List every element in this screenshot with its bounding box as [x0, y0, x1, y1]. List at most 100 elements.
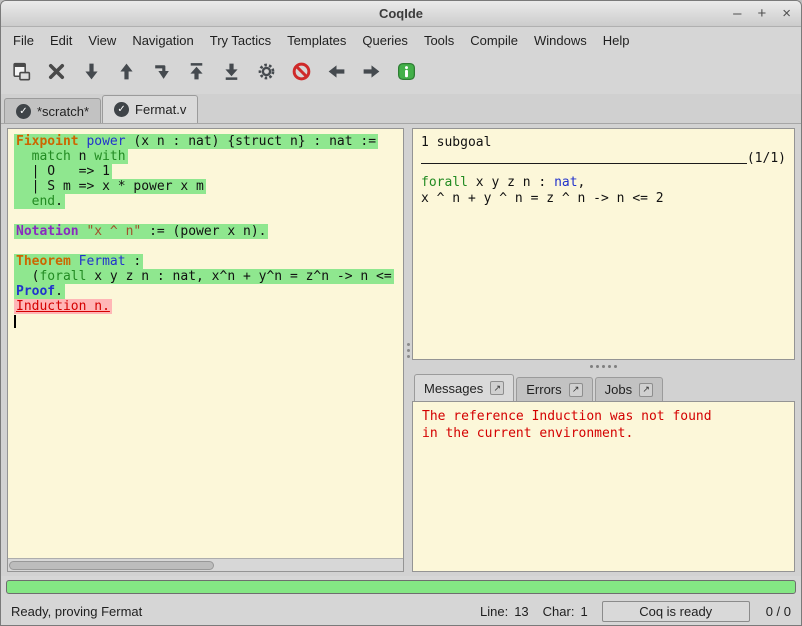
minimize-button[interactable]: –	[733, 6, 741, 21]
menu-windows[interactable]: Windows	[526, 29, 595, 52]
tab-errors[interactable]: Errors ↗	[516, 377, 592, 401]
detach-icon[interactable]: ↗	[490, 381, 504, 395]
menu-file[interactable]: File	[5, 29, 42, 52]
code-line: Notation "x ^ n" := (power x n).	[14, 224, 403, 239]
go-to-end-icon	[221, 61, 242, 87]
step-backward-button[interactable]	[114, 62, 138, 86]
code-line	[14, 314, 403, 329]
code-line: match n with	[14, 149, 403, 164]
step-backward-icon	[116, 61, 137, 87]
tab-messages[interactable]: Messages ↗	[414, 374, 514, 401]
message-text: in the current environment.	[422, 425, 785, 442]
messages-pane: The reference Induction was not foundin …	[412, 401, 795, 572]
menu-try-tactics[interactable]: Try Tactics	[202, 29, 279, 52]
vertical-splitter[interactable]	[404, 128, 412, 572]
horizontal-scrollbar[interactable]	[8, 558, 403, 571]
detach-icon[interactable]: ↗	[569, 383, 583, 397]
back-icon	[326, 61, 347, 87]
menu-help[interactable]: Help	[595, 29, 638, 52]
menu-tools[interactable]: Tools	[416, 29, 462, 52]
menu-queries[interactable]: Queries	[354, 29, 416, 52]
new-buffer-button[interactable]	[9, 62, 33, 86]
menu-templates[interactable]: Templates	[279, 29, 354, 52]
right-column: 1 subgoal (1/1) forall x y z n : nat,x ^…	[412, 128, 795, 572]
line-label: Line:	[480, 604, 508, 619]
script-pane: Fixpoint power (x n : nat) {struct n} : …	[7, 128, 404, 572]
tab-label: *scratch*	[37, 104, 89, 119]
message-text: The reference Induction was not found	[422, 408, 785, 425]
close-buffer-icon	[46, 61, 67, 87]
tab-jobs[interactable]: Jobs ↗	[595, 377, 663, 401]
make-button[interactable]	[254, 62, 278, 86]
splitter-handle-icon	[602, 365, 605, 368]
maximize-button[interactable]: +	[757, 6, 766, 21]
main-area: Fixpoint power (x n : nat) {struct n} : …	[1, 124, 801, 576]
subgoal-count: 1 subgoal	[421, 135, 786, 151]
code-line	[14, 239, 403, 254]
interrupt-button[interactable]	[289, 62, 313, 86]
go-to-end-button[interactable]	[219, 62, 243, 86]
close-buffer-button[interactable]	[44, 62, 68, 86]
goal-counter: (1/1)	[747, 151, 786, 167]
progress-bar	[6, 580, 796, 594]
scrollbar-thumb[interactable]	[9, 561, 214, 570]
tab-label: Errors	[526, 382, 561, 397]
about-button[interactable]	[394, 62, 418, 86]
tab-fermat-v[interactable]: ✓ Fermat.v	[102, 95, 198, 123]
tab-label: Jobs	[605, 382, 632, 397]
back-button[interactable]	[324, 62, 348, 86]
code-line: Theorem Fermat :	[14, 254, 403, 269]
title-bar[interactable]: CoqIde – + ×	[1, 1, 801, 27]
editor-tab-bar: ✓ *scratch* ✓ Fermat.v	[1, 94, 801, 124]
window-controls: – + ×	[733, 1, 791, 26]
char-value: 1	[580, 604, 587, 619]
splitter-handle-icon	[407, 349, 410, 352]
goal-line: x ^ n + y ^ n = z ^ n -> n <= 2	[421, 191, 786, 207]
status-right: Line: 13 Char: 1 Coq is ready 0 / 0	[480, 601, 791, 622]
code-line: Fixpoint power (x n : nat) {struct n} : …	[14, 134, 403, 149]
feedback-panel: Messages ↗ Errors ↗ Jobs ↗ The reference Indu…	[412, 372, 795, 572]
close-button[interactable]: ×	[782, 6, 791, 21]
script-editor[interactable]: Fixpoint power (x n : nat) {struct n} : …	[8, 129, 403, 558]
code-line: Induction n.	[14, 299, 403, 314]
status-text: Ready, proving Fermat	[11, 604, 142, 619]
go-to-cursor-icon	[151, 61, 172, 87]
goal-separator: (1/1)	[421, 151, 786, 167]
buffer-status-check-icon: ✓	[16, 104, 31, 119]
char-label: Char:	[543, 604, 575, 619]
horizontal-splitter[interactable]	[412, 360, 795, 372]
code-line: (forall x y z n : nat, x^n + y^n = z^n -…	[14, 269, 403, 284]
goal-content: forall x y z n : nat,x ^ n + y ^ n = z ^…	[421, 175, 786, 207]
go-to-cursor-button[interactable]	[149, 62, 173, 86]
jobs-count: 0 / 0	[766, 604, 791, 619]
tab-label: Fermat.v	[135, 102, 186, 117]
goal-line: forall x y z n : nat,	[421, 175, 786, 191]
about-icon	[396, 61, 417, 87]
code-line	[14, 209, 403, 224]
step-forward-button[interactable]	[79, 62, 103, 86]
menu-compile[interactable]: Compile	[462, 29, 526, 52]
feedback-tab-bar: Messages ↗ Errors ↗ Jobs ↗	[412, 372, 795, 401]
coqide-window: CoqIde – + × FileEditViewNavigationTry T…	[0, 0, 802, 626]
code-line: Proof.	[14, 284, 403, 299]
buffer-status-check-icon: ✓	[114, 102, 129, 117]
forward-button[interactable]	[359, 62, 383, 86]
code-line: | S m => x * power x m	[14, 179, 403, 194]
detach-icon[interactable]: ↗	[639, 383, 653, 397]
menu-view[interactable]: View	[80, 29, 124, 52]
menu-navigation[interactable]: Navigation	[124, 29, 201, 52]
toolbar	[1, 54, 801, 94]
tab-label: Messages	[424, 381, 483, 396]
code-line: end.	[14, 194, 403, 209]
line-value: 13	[514, 604, 528, 619]
coq-status: Coq is ready	[602, 601, 750, 622]
progress-row	[1, 576, 801, 597]
tab-scratch[interactable]: ✓ *scratch*	[4, 98, 101, 123]
new-buffer-icon	[11, 61, 32, 87]
goals-pane: 1 subgoal (1/1) forall x y z n : nat,x ^…	[412, 128, 795, 360]
menu-edit[interactable]: Edit	[42, 29, 80, 52]
step-forward-icon	[81, 61, 102, 87]
restart-button[interactable]	[184, 62, 208, 86]
code-line: | O => 1	[14, 164, 403, 179]
text-caret	[14, 315, 16, 328]
